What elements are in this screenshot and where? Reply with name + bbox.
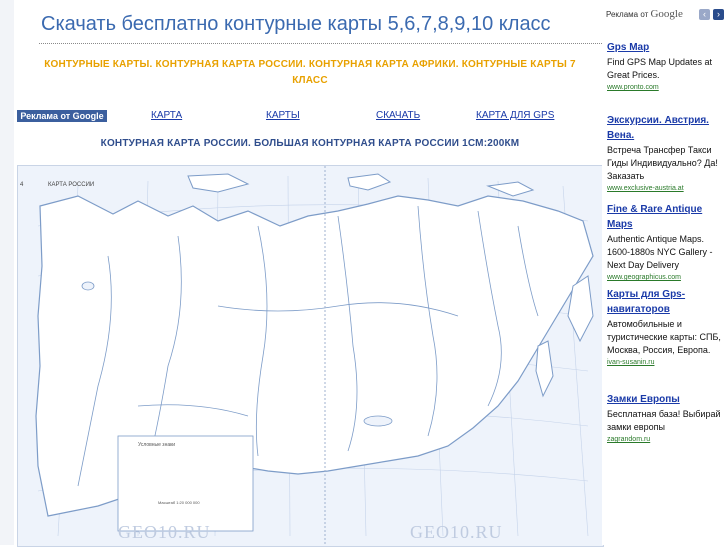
nav-link-karty[interactable]: КАРТЫ: [266, 110, 300, 121]
ads-by-google-label: Реклама от Google: [606, 8, 683, 20]
ad-item: Fine & Rare Antique Maps Authentic Antiq…: [607, 202, 725, 281]
ad-item: Экскурсии. Австрия. Вена. Встреча Трансф…: [607, 113, 725, 192]
ad-text: Authentic Antique Maps. 1600-1880s NYC G…: [607, 234, 713, 270]
map-title: КОНТУРНАЯ КАРТА РОССИИ. БОЛЬШАЯ КОНТУРНА…: [100, 138, 520, 149]
ad-item: Замки Европы Бесплатная база! Выбирай за…: [607, 392, 725, 443]
ad-text: Find GPS Map Updates at Great Prices.: [607, 57, 713, 80]
top-nav: Реклама от Google КАРТА КАРТЫ СКАЧАТЬ КА…: [17, 110, 602, 124]
ad-url[interactable]: www.exclusive-austria.at: [607, 185, 725, 192]
left-margin-strip: [0, 0, 14, 545]
google-brand: Google: [650, 8, 683, 20]
ad-url[interactable]: www.pronto.com: [607, 84, 725, 91]
ad-text: Автомобильные и туристические карты: СПБ…: [607, 319, 721, 355]
ad-title[interactable]: Fine & Rare Antique Maps: [607, 202, 725, 232]
map-image: Условные знаки Масштаб 1:20 000 000 КАРТ…: [18, 166, 603, 546]
lake-ladoga: [81, 281, 95, 291]
watermark-left: GEO10.RU: [118, 522, 211, 542]
watermark-right: GEO10.RU: [410, 522, 503, 542]
russia-contour-map[interactable]: Условные знаки Масштаб 1:20 000 000 КАРТ…: [17, 165, 604, 547]
ads-next-button[interactable]: ›: [713, 9, 724, 20]
keywords-heading: КОНТУРНЫЕ КАРТЫ. КОНТУРНАЯ КАРТА РОССИИ.…: [44, 59, 576, 86]
ad-title[interactable]: Экскурсии. Австрия. Вена.: [607, 113, 725, 143]
legend-box: [117, 435, 254, 532]
ad-text: Встреча Трансфер Такси Гиды Индивидуальн…: [607, 145, 718, 181]
scale-text: Масштаб 1:20 000 000: [158, 500, 200, 505]
ad-url[interactable]: zagrandom.ru: [607, 436, 725, 443]
ad-url[interactable]: ivan-susanin.ru: [607, 359, 725, 366]
nav-link-skachat[interactable]: СКАЧАТЬ: [376, 110, 420, 121]
google-ads-badge[interactable]: Реклама от Google: [17, 110, 107, 122]
ad-text: Бесплатная база! Выбирай замки европы: [607, 409, 721, 432]
ads-prev-button[interactable]: ‹: [699, 9, 710, 20]
ads-by-label: Реклама от: [606, 10, 649, 19]
nav-link-karta[interactable]: КАРТА: [151, 110, 182, 121]
map-inner-label: КАРТА РОССИИ: [48, 182, 94, 188]
content-area: КОНТУРНЫЕ КАРТЫ. КОНТУРНАЯ КАРТА РОССИИ.…: [15, 0, 604, 547]
nav-link-karta-gps[interactable]: КАРТА ДЛЯ GPS: [476, 110, 554, 121]
ads-sidebar: Реклама от Google ‹ › Gps Map Find GPS M…: [602, 0, 727, 545]
ad-item: Gps Map Find GPS Map Updates at Great Pr…: [607, 40, 725, 91]
ad-title[interactable]: Карты для Gps-навигаторов: [607, 287, 725, 317]
legend-label: Условные знаки: [138, 442, 175, 448]
ad-title[interactable]: Gps Map: [607, 40, 725, 55]
ad-url[interactable]: www.geographicus.com: [607, 274, 725, 281]
ad-title[interactable]: Замки Европы: [607, 392, 725, 407]
ad-item: Карты для Gps-навигаторов Автомобильные …: [607, 287, 725, 366]
lake-baikal: [363, 415, 393, 427]
